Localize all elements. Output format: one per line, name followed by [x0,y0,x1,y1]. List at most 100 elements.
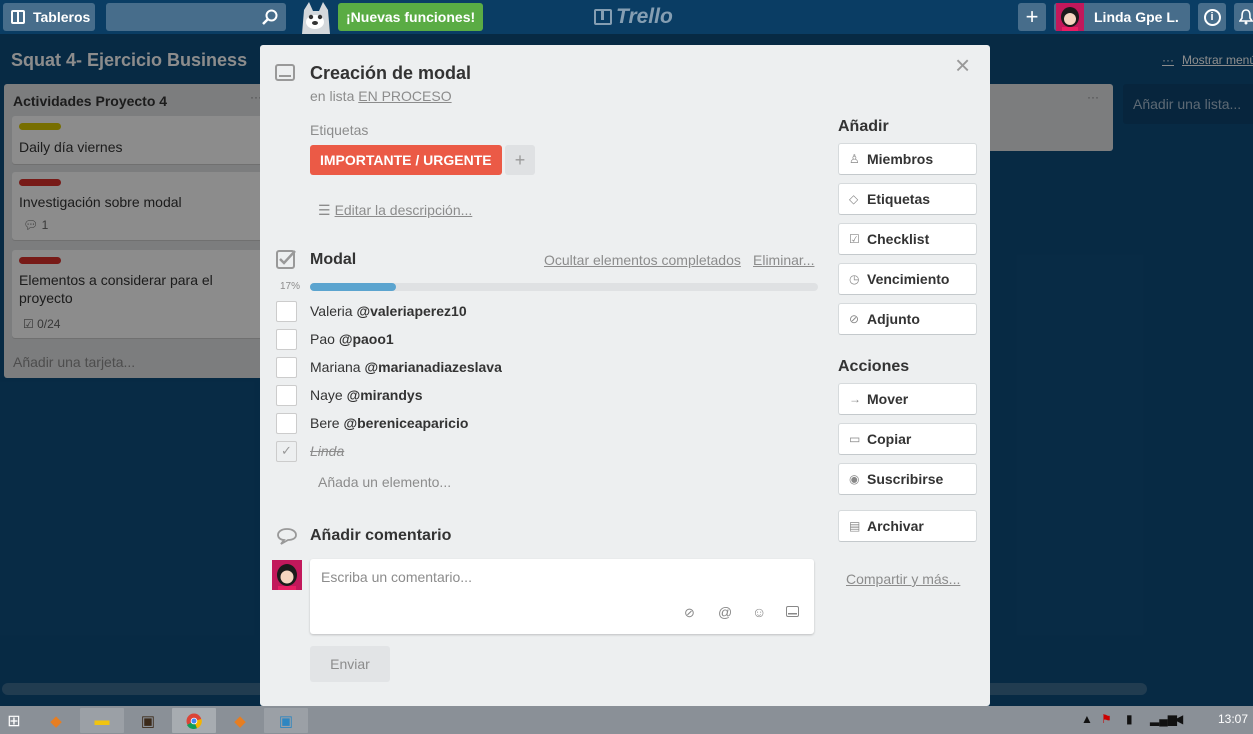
checklist-item-text[interactable]: Pao @paoo1 [310,331,394,347]
close-icon[interactable]: × [955,52,970,78]
tray-volume-icon[interactable]: ◀ [1174,712,1183,726]
labels-label: Etiquetas [867,191,931,207]
members-button[interactable]: ♙ Miembros [838,143,977,175]
item-name: Pao [310,331,335,347]
due-date-button[interactable]: ◷ Vencimiento [838,263,977,295]
add-label-button[interactable]: + [505,145,535,175]
trello-logo-icon [594,9,612,25]
window-icon: ▣ [278,712,294,730]
checklist-item-text[interactable]: Bere @bereniceaparicio [310,415,468,431]
checklist-icon [276,250,296,269]
due-date-label: Vencimiento [867,271,950,287]
comment-box[interactable]: Escriba un comentario... ⊘ @ ☺ [310,559,814,634]
card-icon [275,64,295,81]
list-reference: en lista EN PROCESO [310,88,452,104]
tray-expand-icon[interactable]: ▲ [1081,712,1093,726]
item-name: Valeria [310,303,353,319]
item-name: Naye [310,387,343,403]
top-bar: Tableros ¡Nuevas funciones! Trello + Lin… [0,0,1253,34]
user-avatar [1056,3,1084,31]
boards-icon [11,10,25,24]
user-menu-button[interactable]: Linda Gpe L. [1054,3,1190,31]
hide-completed-link[interactable]: Ocultar elementos completados [544,252,741,268]
item-mention[interactable]: @marianadiazeslava [364,359,501,375]
edit-description-label: Editar la descripción... [334,202,473,218]
attachment-button[interactable]: ⊘ Adjunto [838,303,977,335]
windows-logo-icon: ⊞ [7,712,21,730]
item-name: Mariana [310,359,361,375]
info-button[interactable]: i [1198,3,1226,31]
archive-label: Archivar [867,518,924,534]
item-mention[interactable]: @mirandys [347,387,423,403]
taco-mascot-icon[interactable] [297,0,333,34]
taskbar-app-explorer[interactable]: ▬ [80,708,124,733]
actions-heading: Acciones [838,358,910,375]
item-mention[interactable]: @paoo1 [339,331,394,347]
tray-battery-icon[interactable]: ▮ [1126,712,1133,726]
card-link-icon[interactable] [786,606,799,617]
emoji-icon[interactable]: ☺ [752,604,766,620]
edit-description-link[interactable]: ☰ Editar la descripción... [318,202,472,219]
copy-button[interactable]: ▭ Copiar [838,423,977,455]
delete-checklist-link[interactable]: Eliminar... [753,252,814,268]
item-name: Linda [310,443,345,459]
item-mention[interactable]: @bereniceaparicio [343,415,468,431]
add-item-link[interactable]: Añada un elemento... [318,474,451,490]
user-name: Linda Gpe L. [1094,9,1179,25]
comment-input[interactable]: Escriba un comentario... [321,569,472,585]
labels-heading: Etiquetas [310,122,369,138]
item-mention[interactable]: @valeriaperez10 [356,303,466,319]
checklist-item-checkbox[interactable] [276,357,297,378]
archive-icon: ▤ [849,519,861,533]
bell-icon [1239,9,1253,25]
label-chip[interactable]: IMPORTANTE / URGENTE [310,145,502,175]
attachment-icon[interactable]: ⊘ [684,605,695,621]
start-button[interactable]: ⊞ [0,708,28,733]
item-name: Bere [310,415,340,431]
taskbar-app-window[interactable]: ▣ [264,708,308,733]
taskbar-app-media[interactable]: ▣ [126,708,170,733]
checklist-button[interactable]: ☑ Checklist [838,223,977,255]
taskbar-app-diamond[interactable]: ◆ [218,708,262,733]
share-more-link[interactable]: Compartir y más... [846,571,960,587]
checklist-item-text[interactable]: Linda [310,443,344,459]
tray-network-icon[interactable]: ▂▄▆ [1150,712,1177,726]
send-button[interactable]: Enviar [310,646,390,682]
add-comment-heading: Añadir comentario [310,527,452,544]
checklist-item-text[interactable]: Naye @mirandys [310,387,422,403]
plus-icon: + [514,149,526,170]
boards-button[interactable]: Tableros [3,3,95,31]
in-list-prefix: en lista [310,88,355,104]
boards-label: Tableros [33,9,91,25]
taskbar-app-gitkraken[interactable]: ◆ [34,708,78,733]
commenter-avatar [272,560,302,590]
checklist-item-checkbox[interactable]: ✓ [276,441,297,462]
create-button[interactable]: + [1018,3,1046,31]
checklist-item-text[interactable]: Valeria @valeriaperez10 [310,303,467,319]
list-name-link[interactable]: EN PROCESO [358,88,451,104]
eye-icon: ◉ [849,472,860,486]
new-features-button[interactable]: ¡Nuevas funciones! [338,3,484,31]
subscribe-button[interactable]: ◉ Suscribirse [838,463,977,495]
trello-logo[interactable]: Trello [594,5,673,29]
checklist-item-checkbox[interactable] [276,413,297,434]
comment-icon [277,528,297,545]
checklist-item-checkbox[interactable] [276,329,297,350]
checklist-item-checkbox[interactable] [276,301,297,322]
add-heading: Añadir [838,118,889,135]
search-input[interactable] [106,3,286,31]
taskbar-clock[interactable]: 13:07 [1218,712,1248,726]
archive-button[interactable]: ▤ Archivar [838,510,977,542]
tray-flag-icon[interactable]: ⚑ [1101,712,1112,726]
labels-button[interactable]: ◇ Etiquetas [838,183,977,215]
checklist-item-checkbox[interactable] [276,385,297,406]
checklist-title[interactable]: Modal [310,251,356,269]
card-title-heading[interactable]: Creación de modal [310,63,471,84]
move-button[interactable]: → Mover [838,383,977,415]
new-features-label: ¡Nuevas funciones! [346,9,476,25]
checklist-item-text[interactable]: Mariana @marianadiazeslava [310,359,502,375]
check-icon: ✓ [281,443,292,458]
taskbar-app-chrome[interactable] [172,708,216,733]
mention-icon[interactable]: @ [718,604,732,620]
notifications-button[interactable] [1234,3,1253,31]
